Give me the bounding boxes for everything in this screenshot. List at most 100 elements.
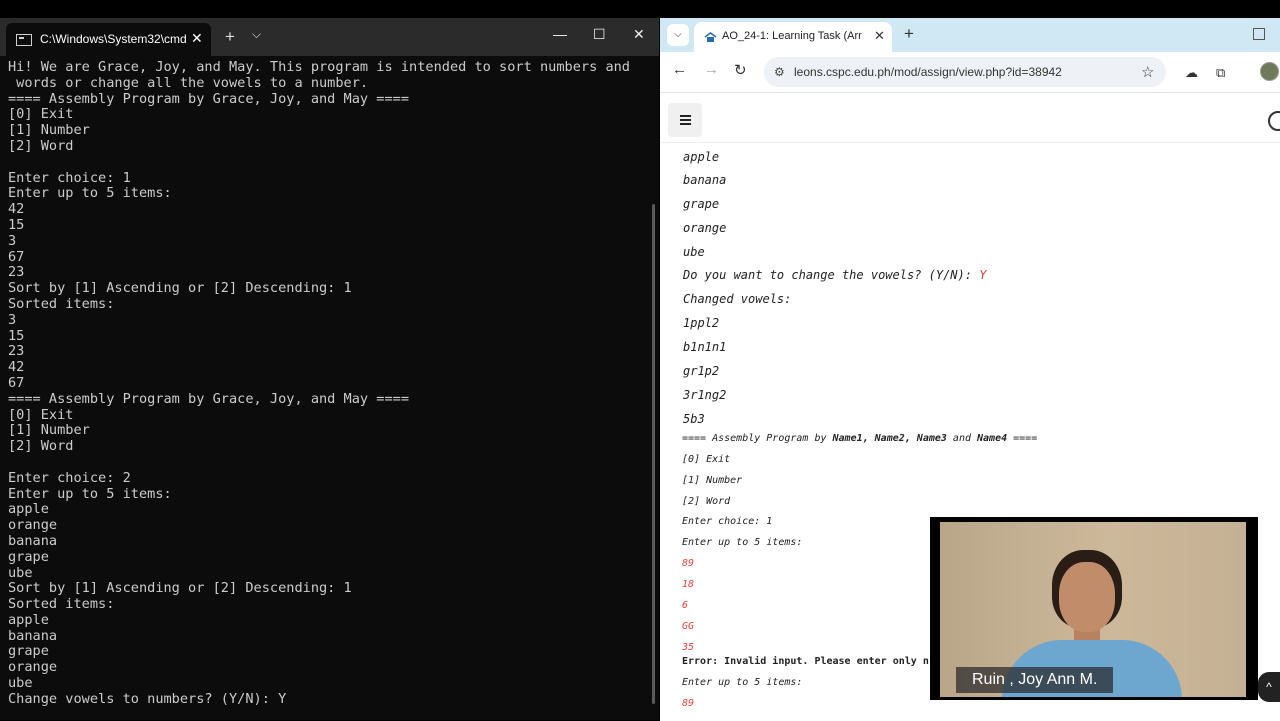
terminal-scrollbar[interactable] (652, 204, 655, 704)
terminal-line: apple (8, 611, 49, 628)
terminal-line: Hi! We are Grace, Joy, and May. This pro… (8, 59, 630, 75)
url-text[interactable]: leons.cspc.edu.ph/mod/assign/view.php?id… (794, 65, 1062, 79)
header-last-name-text: Name4 (977, 433, 1008, 444)
maximize-button[interactable] (1253, 28, 1265, 40)
word-line: banana (683, 173, 727, 187)
extension-icon[interactable]: ☁ (1185, 65, 1198, 81)
bookmark-star-icon[interactable]: ☆ (1141, 63, 1154, 81)
webcam-overlay: Ruin , Joy Ann M. (930, 517, 1258, 700)
terminal-tab-strip: C:\Windows\System32\cmd.e ✕ + ⌵ — ☐ ✕ (0, 18, 659, 56)
header-prefix-text: ==== Assembly Program by (682, 433, 833, 444)
changed-word-line: 5b3 (683, 412, 705, 426)
menu-item-line: [1] Number (682, 475, 743, 486)
new-tab-button[interactable]: + (904, 24, 914, 44)
word-line: orange (683, 221, 727, 235)
terminal-line: grape (8, 548, 49, 565)
word-line: grape (683, 197, 720, 211)
header-suffix-text: ==== (1007, 433, 1038, 444)
input-value-line: 18 (682, 579, 695, 590)
terminal-line: ube (8, 675, 33, 692)
error-message-line: Error: Invalid input. Please enter only … (682, 656, 929, 667)
terminal-line: [0] Exit (8, 106, 74, 123)
terminal-line: 42 (8, 359, 25, 376)
terminal-line: 15 (8, 327, 25, 344)
terminal-line: Enter up to 5 items: (8, 185, 172, 202)
browser-tab[interactable]: AO_24-1: Learning Task (Array a ✕ (694, 22, 892, 52)
terminal-line: ube (8, 564, 33, 581)
webcam-video: Ruin , Joy Ann M. (940, 522, 1246, 697)
terminal-line: 15 (8, 216, 25, 233)
terminal-line: banana (8, 532, 58, 549)
terminal-line: [0] Exit (8, 406, 74, 423)
profile-avatar[interactable] (1260, 62, 1279, 81)
input-value-line: 35 (682, 642, 695, 653)
enter-choice-line: Enter choice: 1 (682, 516, 773, 527)
vowel-answer-text: Y (979, 268, 987, 282)
site-info-icon[interactable]: ⚙ (774, 65, 785, 79)
tab-search-button[interactable]: ⌵ (667, 24, 689, 46)
vowel-prompt-line: Do you want to change the vowels? (Y/N):… (683, 268, 986, 282)
terminal-line: [1] Number (8, 122, 90, 139)
enter-items-line: Enter up to 5 items: (682, 537, 803, 548)
browser-toolbar: ← → ↻ ⚙ leons.cspc.edu.ph/mod/assign/vie… (660, 52, 1280, 92)
back-arrow-icon[interactable]: ← (672, 61, 687, 78)
terminal-tab-title: C:\Windows\System32\cmd.e (40, 32, 186, 46)
word-line: ube (683, 245, 705, 259)
menu-bar-icon (680, 123, 691, 125)
browser-tab-strip: ⌵ AO_24-1: Learning Task (Array a ✕ + (660, 18, 1280, 52)
terminal-line: ==== Assembly Program by Grace, Joy, and… (8, 90, 410, 107)
terminal-line: orange (8, 659, 58, 676)
menu-item-line: [0] Exit (682, 454, 731, 465)
menu-bar-icon (680, 119, 691, 121)
header-names-text: Name1, Name2, Name3 (832, 433, 947, 444)
terminal-output[interactable]: Hi! We are Grace, Joy, and May. This pro… (8, 59, 648, 708)
forward-arrow-icon[interactable]: → (704, 61, 719, 78)
changed-word-line: 3r1ng2 (683, 388, 727, 402)
terminal-line: Enter choice: 2 (8, 469, 131, 486)
terminal-line: Sorted items: (8, 295, 115, 312)
input-value-line: 6 (682, 600, 689, 611)
header-divider (660, 142, 1280, 143)
menu-item-line: [2] Word (682, 496, 731, 507)
terminal-line: 23 (8, 343, 25, 360)
chevron-down-icon[interactable]: ⌵ (252, 27, 261, 42)
browser-tab-title: AO_24-1: Learning Task (Array a (722, 30, 862, 42)
terminal-line: [2] Word (8, 137, 74, 154)
changed-vowels-label: Changed vowels: (683, 292, 792, 306)
terminal-line: words or change all the vowels to a numb… (8, 74, 369, 91)
close-window-button[interactable]: ✕ (633, 26, 645, 43)
program-header-line: ==== Assembly Program by Name1, Name2, N… (682, 433, 1037, 444)
extensions-puzzle-icon[interactable]: ⧉ (1216, 65, 1225, 81)
moodle-favicon-icon (704, 32, 717, 42)
scroll-up-button[interactable]: ^ (1258, 672, 1280, 702)
terminal-line: 3 (8, 232, 17, 249)
enter-items-line: Enter up to 5 items: (682, 677, 803, 688)
terminal-line: 67 (8, 248, 25, 265)
terminal-window[interactable]: C:\Windows\System32\cmd.e ✕ + ⌵ — ☐ ✕ Hi… (0, 18, 659, 720)
reload-icon[interactable]: ↻ (734, 61, 747, 79)
terminal-line: Change vowels to numbers? (Y/N): Y (8, 690, 287, 707)
vowel-prompt-text: Do you want to change the vowels? (Y/N): (683, 268, 980, 282)
close-tab-icon[interactable]: ✕ (191, 30, 203, 47)
terminal-line: apple (8, 501, 49, 518)
terminal-line: ==== Assembly Program by Grace, Joy, and… (8, 390, 410, 407)
hamburger-menu-button[interactable] (668, 103, 702, 137)
maximize-button[interactable]: ☐ (593, 26, 606, 43)
terminal-line: Enter choice: 1 (8, 169, 131, 186)
user-icon[interactable] (1268, 111, 1280, 131)
input-value-line: 89 (682, 558, 695, 569)
close-tab-icon[interactable]: ✕ (874, 28, 885, 44)
terminal-line: [1] Number (8, 422, 90, 439)
new-tab-button[interactable]: + (225, 27, 235, 47)
changed-word-line: 1ppl2 (683, 316, 720, 330)
terminal-line: Sorted items: (8, 596, 115, 613)
address-bar[interactable]: ⚙ leons.cspc.edu.ph/mod/assign/view.php?… (764, 57, 1166, 87)
terminal-tab[interactable]: C:\Windows\System32\cmd.e ✕ (6, 23, 211, 56)
terminal-line: 3 (8, 311, 17, 328)
terminal-line: 42 (8, 201, 25, 218)
minimize-button[interactable]: — (553, 26, 567, 42)
terminal-line: Enter up to 5 items: (8, 485, 172, 502)
presenter-face (1059, 562, 1115, 632)
terminal-line: 67 (8, 374, 25, 391)
